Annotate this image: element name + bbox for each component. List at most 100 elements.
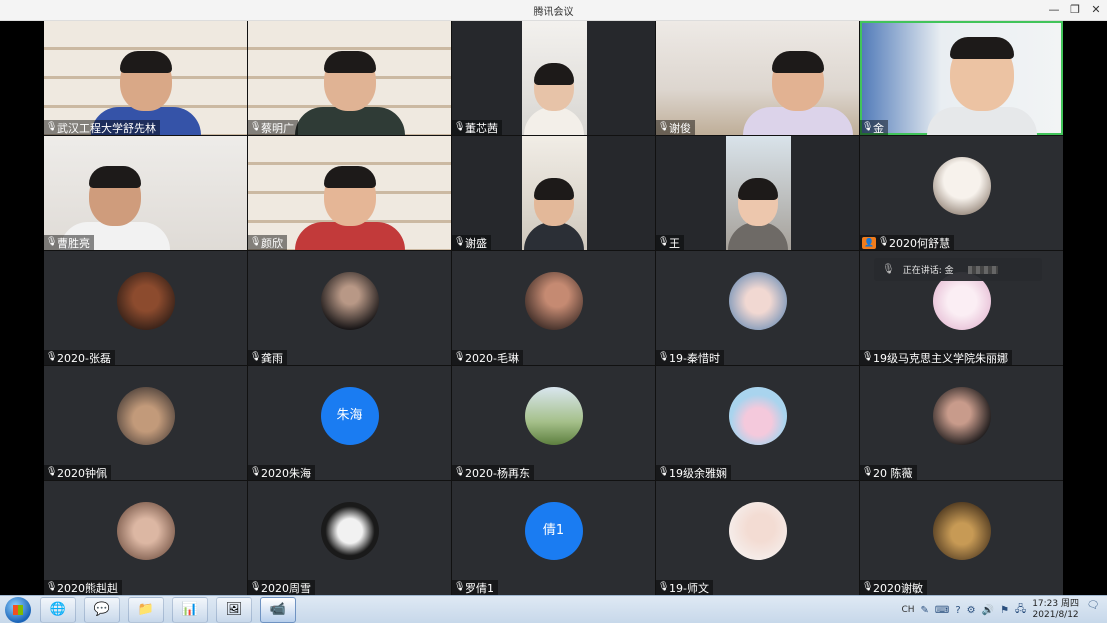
participant-avatar <box>116 387 175 445</box>
participant-name: 2020谢敏 <box>873 581 923 595</box>
participant-namebar: 🎙 谢俊 <box>656 120 695 135</box>
participant-tile[interactable]: 🎙 2020熊赳赳 <box>44 481 247 595</box>
system-tray: CH ✎ ⌨ ? ⚙ 🔊 ⚑ 🖧 17:23 周四 2021/8/12 <box>901 599 1079 621</box>
participant-name: 金 <box>873 121 884 135</box>
minimize-button[interactable]: — <box>1043 2 1065 18</box>
participant-tile[interactable]: 🎙 颜欣 <box>248 136 451 250</box>
participant-name: 谢俊 <box>669 121 691 135</box>
participant-avatar <box>320 272 379 330</box>
participant-tile[interactable]: 🎙 19级余雅娴 <box>656 366 859 480</box>
language-indicator[interactable]: CH <box>901 605 914 615</box>
mic-muted-icon: 🎙 <box>46 467 58 477</box>
participant-namebar: 🎙 谢盛 <box>452 235 491 250</box>
mic-muted-icon: 🎙 <box>250 582 262 592</box>
participant-namebar: 🎙 2020朱海 <box>248 465 315 480</box>
participant-tile[interactable]: 🎙 2020周雪 <box>248 481 451 595</box>
participant-tile[interactable]: 🎙 曹胜亮 <box>44 136 247 250</box>
clock-time: 17:23 周四 <box>1032 599 1079 609</box>
participant-tile[interactable]: 🎙 王 <box>656 136 859 250</box>
taskbar-app-powerpoint[interactable]: 📊 <box>172 597 208 623</box>
taskbar-app-browser[interactable]: 🌐 <box>40 597 76 623</box>
participant-tile[interactable]: 🎙 2020-杨再东 <box>452 366 655 480</box>
participant-name: 龚雨 <box>261 351 283 365</box>
participant-tile[interactable]: 🎙 2020-毛琳 <box>452 251 655 365</box>
window-title-bar: 腾讯会议 — ❐ ✕ <box>0 0 1107 21</box>
participant-name: 20 陈薇 <box>873 466 913 480</box>
participant-tile[interactable]: 🎙 2020钟佩 <box>44 366 247 480</box>
restore-button[interactable]: ❐ <box>1064 2 1086 18</box>
volume-icon[interactable]: 🔊 <box>982 605 994 616</box>
participant-namebar: 🎙 2020-杨再东 <box>452 465 534 480</box>
participant-namebar: 🎙 2020谢敏 <box>860 580 927 595</box>
participant-avatar <box>524 272 583 330</box>
network-icon[interactable]: 🖧 <box>1015 602 1026 619</box>
participant-tile[interactable]: 🎙 2020谢敏 <box>860 481 1063 595</box>
participant-tile[interactable]: 🎙 谢盛 <box>452 136 655 250</box>
help-icon[interactable]: ? <box>955 605 960 616</box>
participant-tile[interactable]: 🎙 武汉工程大学舒先林 <box>44 21 247 135</box>
notification-icon[interactable]: 🗨 <box>1085 600 1101 618</box>
taskbar-app-explorer[interactable]: 📁 <box>128 597 164 623</box>
participant-name: 颜欣 <box>261 236 283 250</box>
mic-muted-icon: 🎙 <box>250 352 262 362</box>
participant-namebar: 🎙 2020熊赳赳 <box>44 580 122 595</box>
participant-tile[interactable]: 🎙 龚雨 <box>248 251 451 365</box>
participant-namebar: 🎙 2020-张磊 <box>44 350 115 365</box>
participant-name: 谢盛 <box>465 236 487 250</box>
participant-namebar: 🎙 董芯茜 <box>452 120 502 135</box>
participant-namebar: 🎙 王 <box>656 235 684 250</box>
mic-icon: 🎙 <box>46 122 58 132</box>
mic-muted-icon: 🎙 <box>454 122 466 132</box>
participant-name: 2020何舒慧 <box>889 236 950 250</box>
flag-icon[interactable]: ⚑ <box>1000 605 1009 616</box>
participant-namebar: 🎙 武汉工程大学舒先林 <box>44 120 160 135</box>
participant-tile[interactable]: 朱海 🎙 2020朱海 <box>248 366 451 480</box>
mic-icon: 🎙 <box>882 264 895 275</box>
participant-name: 蔡明广 <box>261 121 294 135</box>
mic-muted-icon: 🎙 <box>862 582 874 592</box>
participant-name: 19-秦惜时 <box>669 351 720 365</box>
participant-avatar <box>932 502 991 560</box>
participant-video <box>727 178 788 250</box>
participant-name: 王 <box>669 236 680 250</box>
presentation-icon: 📊 <box>181 602 199 617</box>
participant-tile-active-speaker[interactable]: 🎙 金 <box>860 21 1063 135</box>
participant-tile[interactable]: 🎙 谢俊 <box>656 21 859 135</box>
participant-tile[interactable]: 🎙 蔡明广 <box>248 21 451 135</box>
participant-name: 19级余雅娴 <box>669 466 727 480</box>
taskbar-app-photos[interactable]: 🖼 <box>216 597 252 623</box>
close-button[interactable]: ✕ <box>1085 2 1107 18</box>
participant-tile[interactable]: 👤 🎙 2020何舒慧 <box>860 136 1063 250</box>
taskbar-app-wechat[interactable]: 💬 <box>84 597 120 623</box>
host-icon: 👤 <box>862 236 876 249</box>
start-button[interactable] <box>5 597 31 623</box>
mic-muted-icon: 🎙 <box>658 352 670 362</box>
mic-icon: 🎙 <box>862 122 874 132</box>
mic-muted-icon: 🎙 <box>658 582 670 592</box>
participant-tile[interactable]: 🎙 20 陈薇 <box>860 366 1063 480</box>
participant-video <box>926 37 1037 135</box>
settings-icon[interactable]: ⚙ <box>967 605 976 616</box>
participant-tile[interactable]: 🎙 2020-张磊 <box>44 251 247 365</box>
participant-tile[interactable]: 🎙 19-师文 <box>656 481 859 595</box>
windows-taskbar: 🌐 💬 📁 📊 🖼 📹 CH ✎ ⌨ ? ⚙ 🔊 ⚑ 🖧 17:23 周四 20… <box>0 595 1107 623</box>
participant-namebar: 🎙 19级马克思主义学院朱丽娜 <box>860 350 1012 365</box>
window-title: 腾讯会议 <box>533 7 574 18</box>
mic-muted-icon: 🎙 <box>250 237 262 247</box>
mic-muted-icon: 🎙 <box>862 467 874 477</box>
participant-avatar: 倩1 <box>524 502 583 560</box>
participant-avatar <box>524 387 583 445</box>
keyboard-icon[interactable]: ⌨ <box>935 605 949 616</box>
participant-namebar: 🎙 曹胜亮 <box>44 235 94 250</box>
participant-video <box>523 178 584 250</box>
taskbar-app-tencent-meeting[interactable]: 📹 <box>260 597 296 623</box>
taskbar-clock[interactable]: 17:23 周四 2021/8/12 <box>1032 599 1079 621</box>
ime-icon[interactable]: ✎ <box>921 605 929 616</box>
participant-name: 2020朱海 <box>261 466 311 480</box>
participant-tile[interactable]: 倩1 🎙 罗倩1 <box>452 481 655 595</box>
participant-name: 19级马克思主义学院朱丽娜 <box>873 351 1008 365</box>
participant-name: 2020钟佩 <box>57 466 107 480</box>
participant-tile[interactable]: 🎙 19-秦惜时 <box>656 251 859 365</box>
participant-tile[interactable]: 🎙 董芯茜 <box>452 21 655 135</box>
participant-namebar: 🎙 19-秦惜时 <box>656 350 724 365</box>
